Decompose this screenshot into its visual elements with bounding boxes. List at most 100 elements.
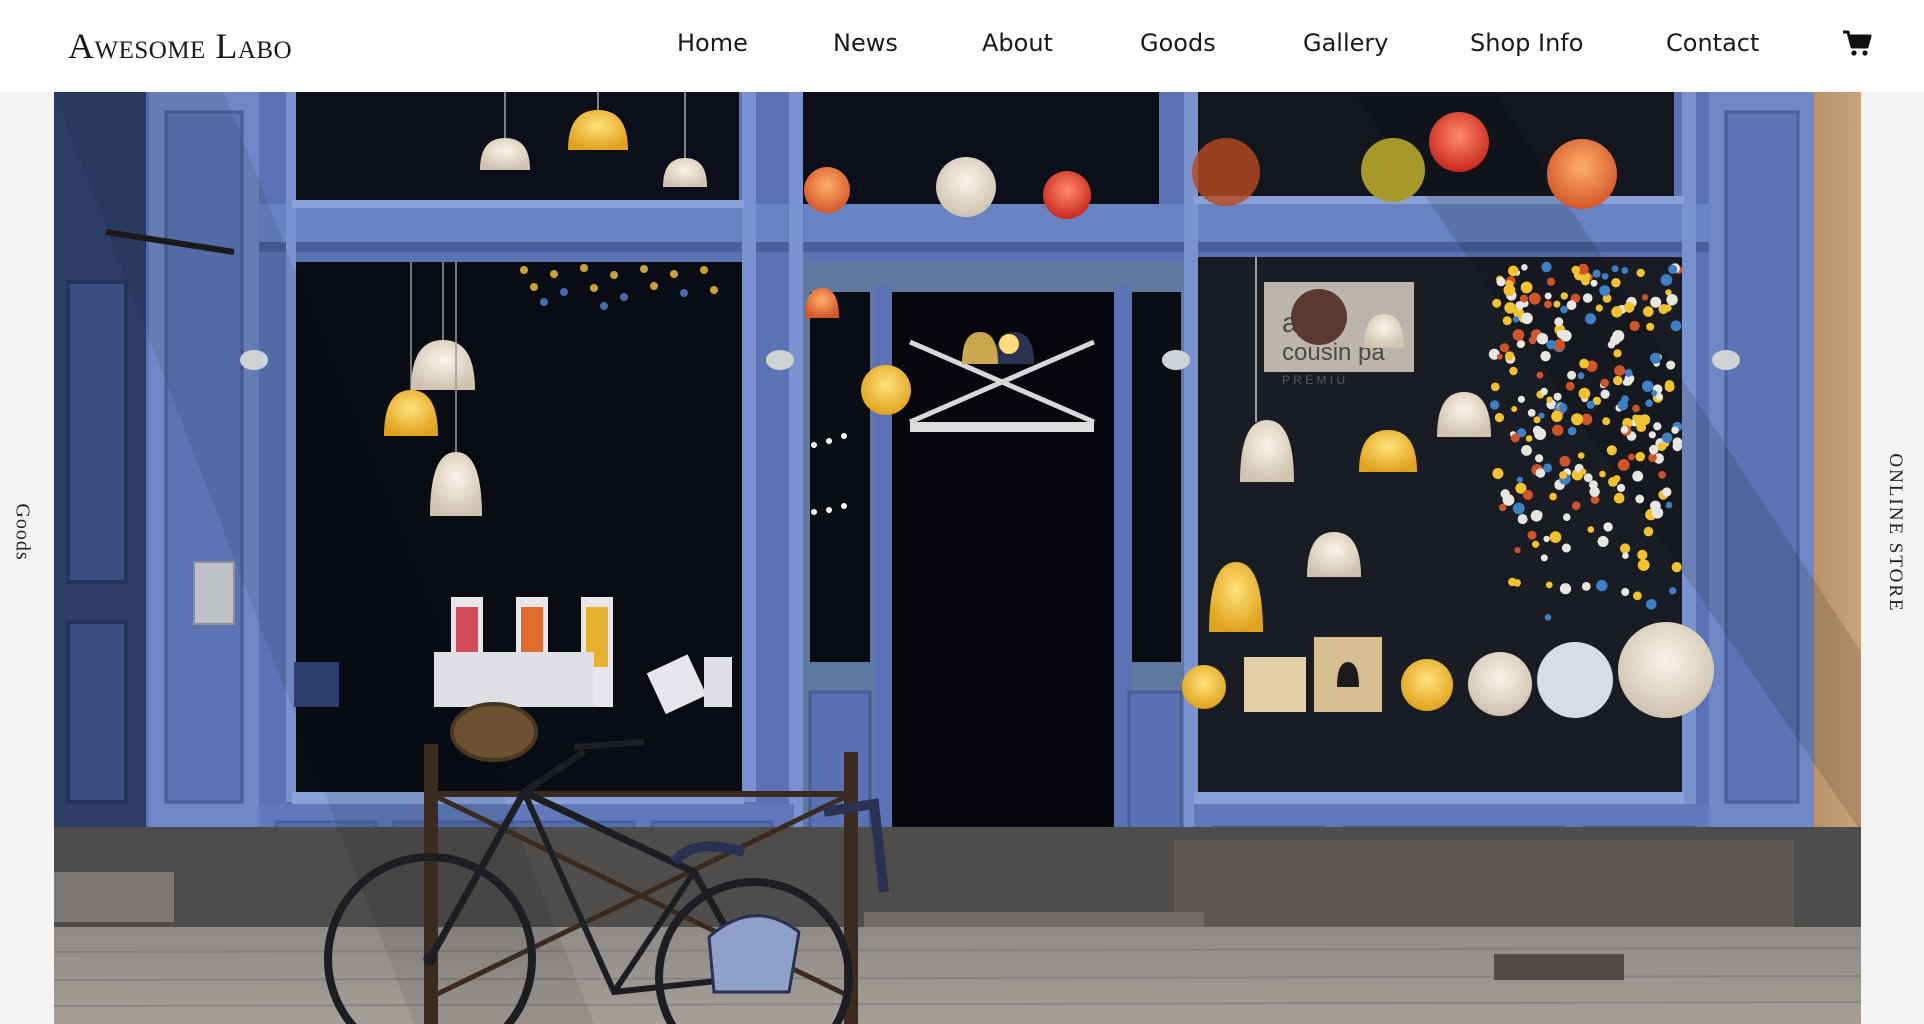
bead [1534,428,1547,440]
bead [1620,425,1629,434]
bead [1602,417,1611,426]
bead [1665,501,1673,509]
bead [1492,298,1502,308]
bead [1549,492,1557,501]
bead [1603,522,1613,532]
bead [1540,351,1551,362]
nav-about[interactable]: About [982,27,1053,59]
bead [1577,452,1585,459]
bead [1552,424,1564,436]
bead [1498,503,1507,512]
bead [1628,453,1635,461]
side-online-store-link[interactable]: ONLINE STORE [1882,445,1908,620]
bead [1553,300,1561,308]
bead [1649,352,1661,364]
bead [1508,265,1519,277]
bead [1669,587,1677,595]
site-logo[interactable]: Awesome Labo [68,26,292,66]
bead [1658,471,1666,479]
bead [1606,445,1617,456]
bead [1563,513,1571,521]
bead [1559,455,1571,467]
cart-icon[interactable] [1842,29,1872,57]
bead [1543,463,1553,473]
nav-news[interactable]: News [833,27,898,59]
nav-shop-info[interactable]: Shop Info [1470,27,1583,59]
bead [1621,588,1630,596]
side-goods-label: Goods [11,503,34,561]
bead [1544,614,1552,621]
bead [1503,284,1516,297]
bead [1660,274,1673,286]
bead [1664,304,1672,312]
bead [1504,351,1515,361]
bead [1558,403,1568,413]
bead [1584,313,1597,325]
bead [1613,375,1623,386]
bead [1646,599,1657,610]
nav-contact[interactable]: Contact [1666,27,1759,59]
bead [1643,306,1654,317]
bead [1633,591,1642,601]
bead [1511,406,1518,412]
bead [1496,277,1506,287]
bead [1559,471,1568,480]
bead [1648,431,1656,439]
bead [1567,426,1577,436]
bead [1561,543,1571,553]
svg-text:P R E M I U: P R E M I U [1282,373,1345,387]
bead [1567,370,1577,380]
bead [1512,502,1525,515]
bead [1524,284,1532,291]
bead [1637,559,1650,571]
bead [1607,341,1616,349]
bead [1492,468,1504,479]
bead [1641,380,1654,392]
bead [1614,365,1625,376]
bead [1670,320,1682,332]
bead [1545,581,1553,589]
hero-image: ase cousin pa P R E M I U [54,92,1861,1024]
bead [1632,414,1639,421]
bead [1662,487,1672,497]
bead [1556,329,1566,339]
bead [1522,489,1533,500]
bead [1508,577,1517,587]
bead [1622,552,1629,559]
bead [1601,273,1609,280]
bead [1514,547,1521,554]
bead [1629,320,1640,332]
bead [1671,562,1682,573]
bead [1621,395,1629,403]
nav-goods[interactable]: Goods [1140,27,1216,59]
bead [1540,387,1548,396]
nav-home[interactable]: Home [677,27,748,59]
nav-gallery[interactable]: Gallery [1303,27,1388,59]
bead [1579,358,1589,369]
bead [1643,526,1654,537]
bead [1491,382,1500,392]
bead [1540,554,1548,562]
bead [1648,453,1657,463]
bead [1532,540,1540,548]
bead [1499,343,1510,353]
bead [1502,494,1515,506]
bead [1623,302,1635,313]
bead [1516,476,1523,483]
bead [1536,333,1549,345]
bead [1496,353,1503,360]
bead [1509,366,1518,376]
bead [1580,468,1587,475]
bead [1543,535,1550,543]
bead [1613,492,1625,504]
bead [1502,316,1512,326]
bead [1595,304,1603,312]
bead [1611,265,1619,273]
side-goods-link[interactable]: Goods [11,500,34,564]
bead [1672,437,1683,447]
bead [1600,389,1610,399]
drain-grate [1494,954,1624,980]
bead [1650,448,1657,455]
bead [1611,278,1621,288]
bead [1611,306,1623,318]
